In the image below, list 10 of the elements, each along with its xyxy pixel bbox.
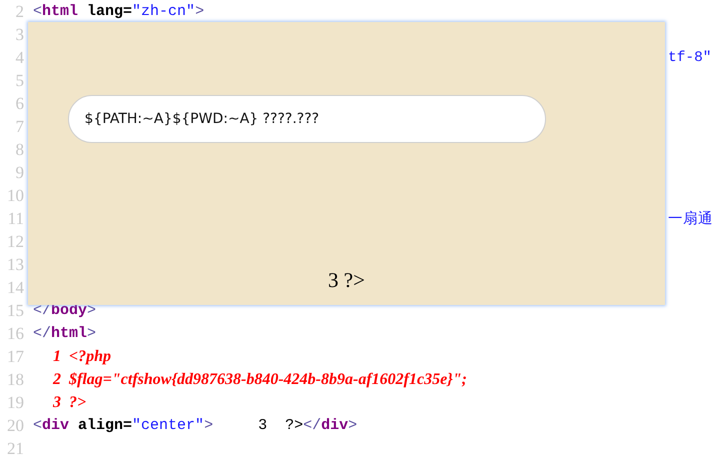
code-line: <html lang="zh-cn">: [33, 3, 204, 20]
code-line: 3 ?>: [52, 394, 86, 412]
output-text: 3 ?>: [328, 268, 365, 293]
code-line: tf-8": [668, 50, 712, 66]
input-field[interactable]: ${PATH:~A}${PWD:~A} ????.???: [68, 95, 546, 143]
code-line: 1 <?php: [52, 348, 112, 366]
code-line: 2 $flag="ctfshow{dd987638-b840-424b-8b9a-af1602f1c35e}";: [52, 370, 467, 388]
code-line: <div align="center"> 3 ?></div>: [33, 417, 358, 434]
code-line: 一扇通: [668, 210, 713, 228]
code-line: </html>: [33, 325, 96, 342]
